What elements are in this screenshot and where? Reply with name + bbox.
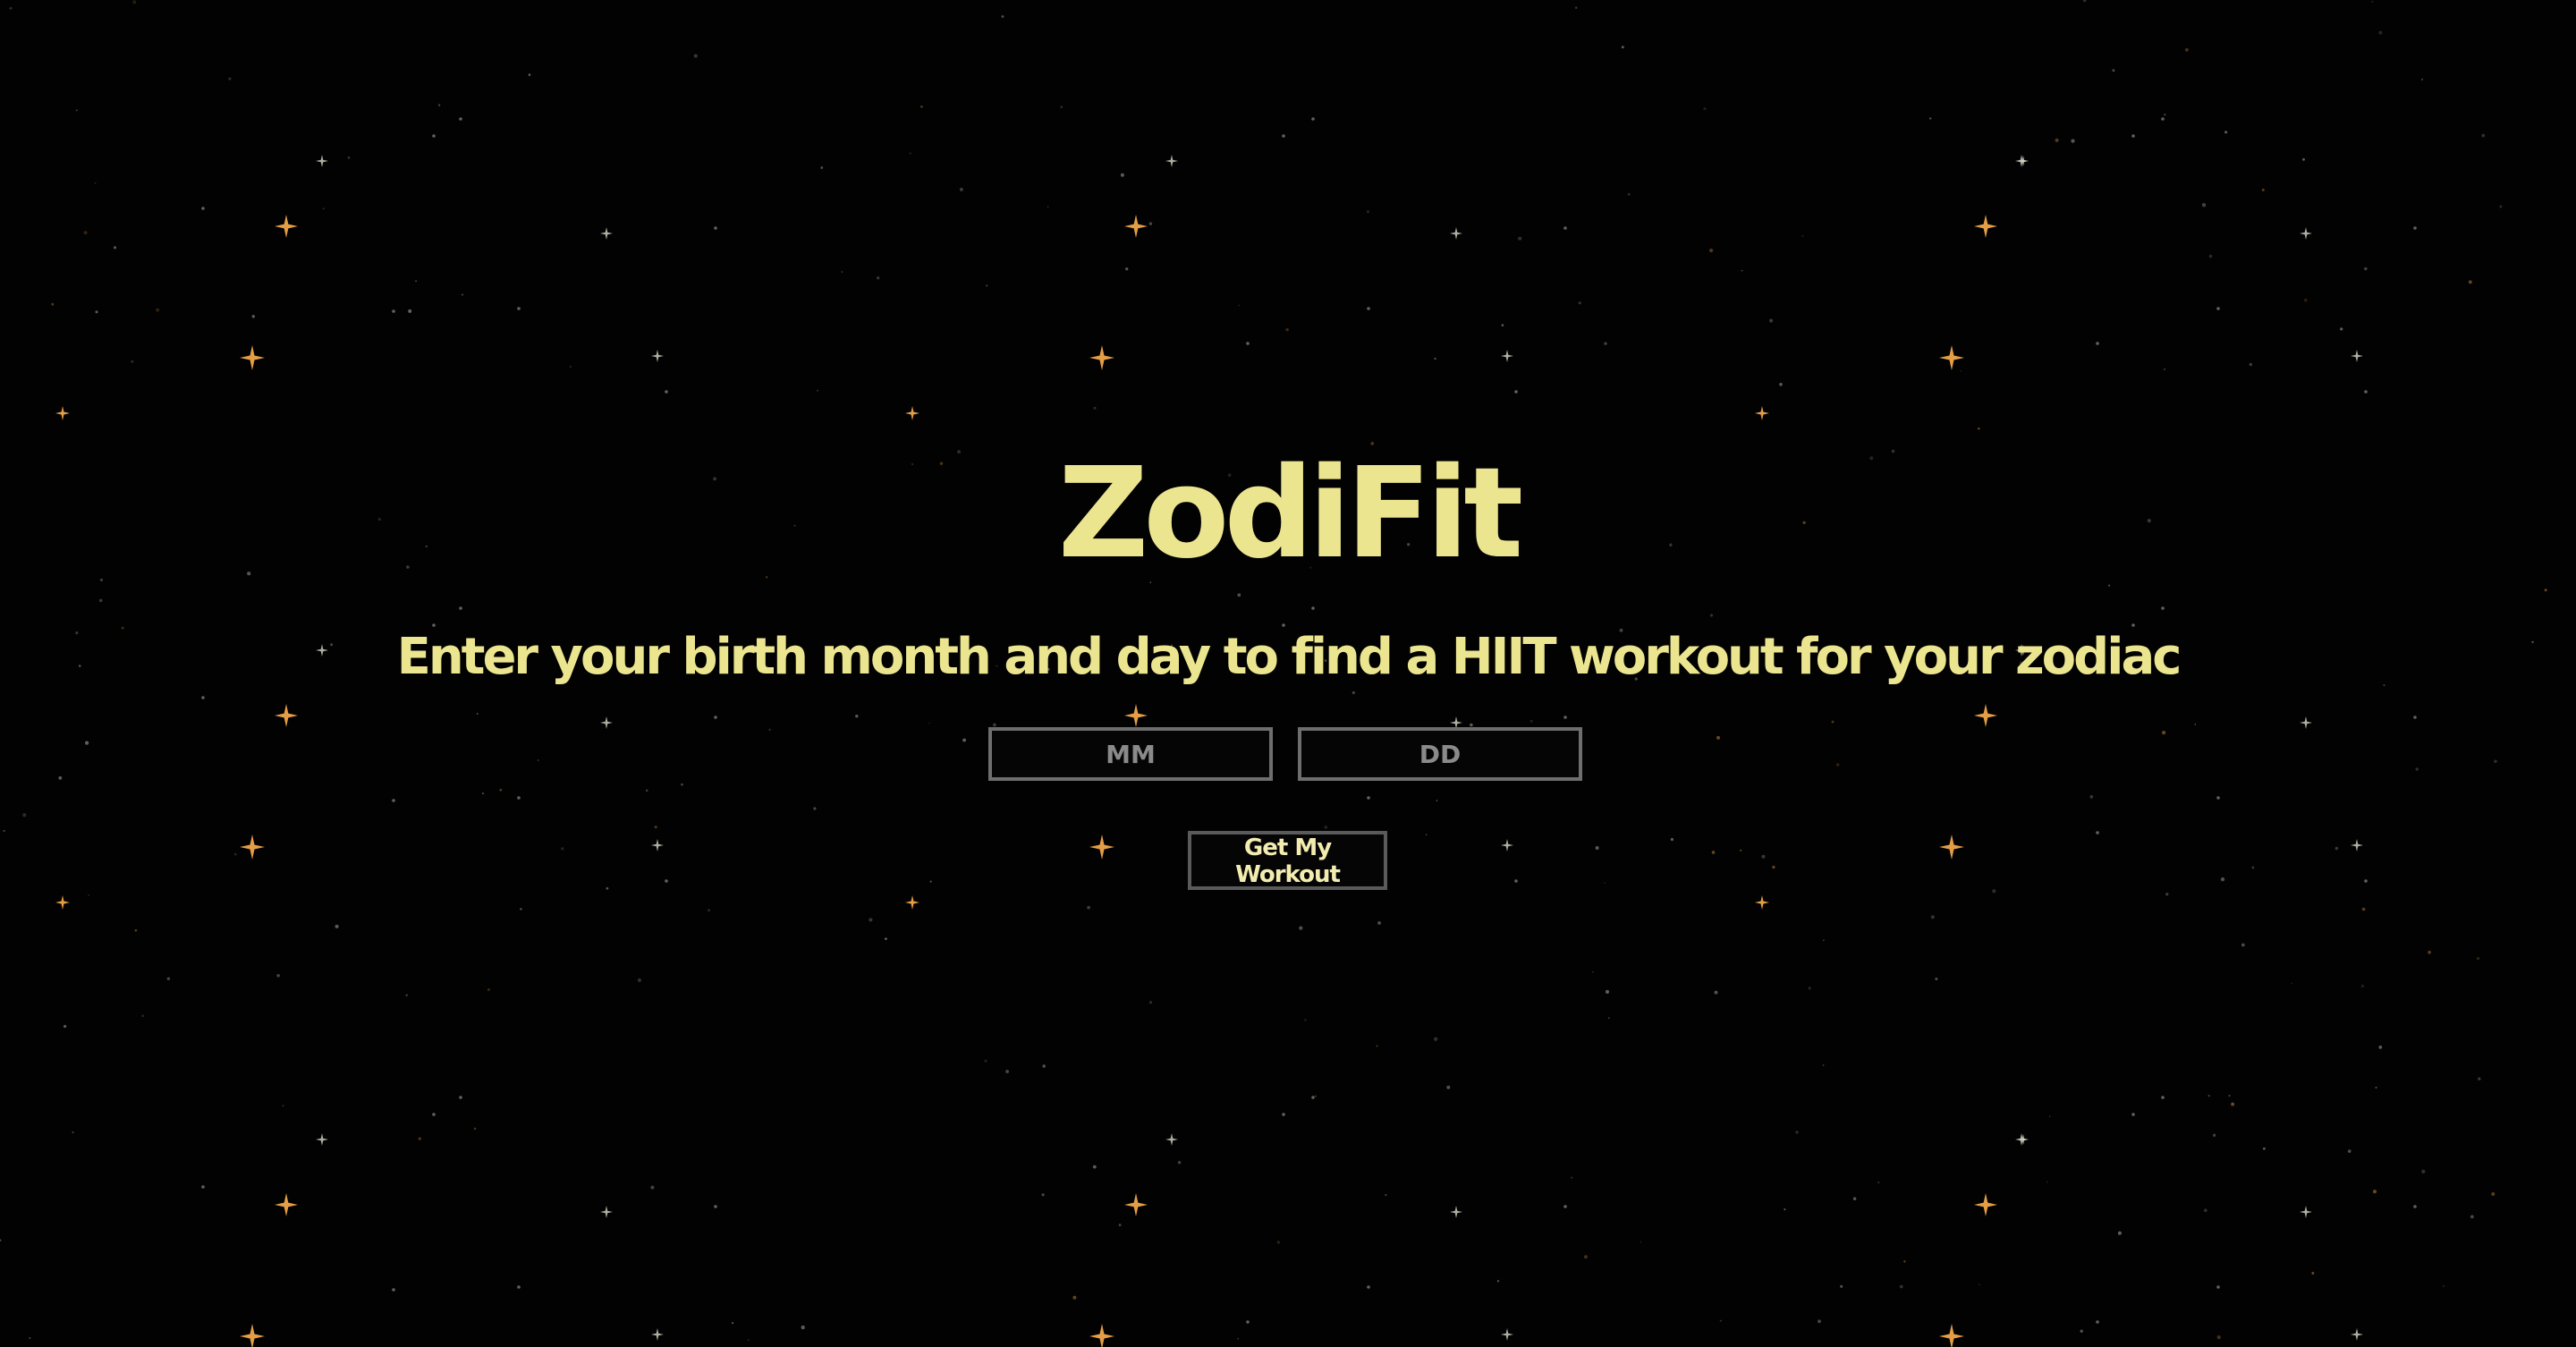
app-title: ZodiFit (1057, 441, 1523, 587)
page-instructions: Enter your birth month and day to find a… (396, 628, 2182, 686)
get-workout-button[interactable]: Get My Workout (1188, 831, 1387, 890)
birth-day-input[interactable] (1298, 727, 1582, 781)
birth-month-input[interactable] (988, 727, 1273, 781)
landing-page: ZodiFit Enter your birth month and day t… (0, 0, 2576, 1347)
